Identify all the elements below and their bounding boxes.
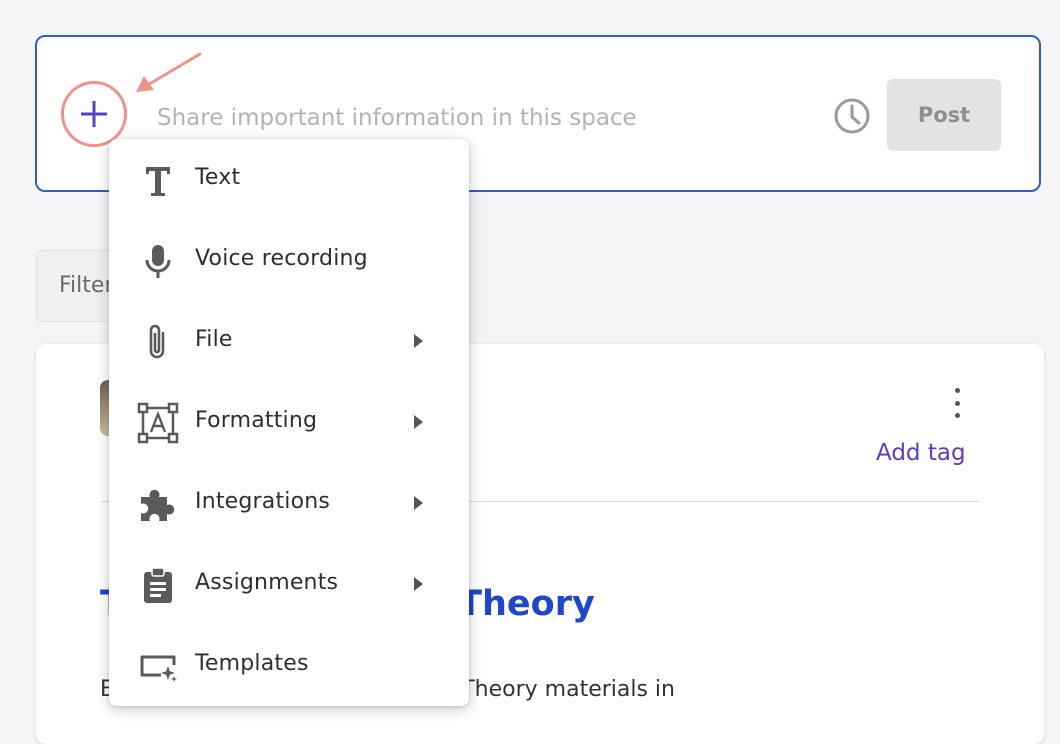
menu-item-formatting[interactable]: Formatting: [109, 382, 469, 463]
post-button[interactable]: Post: [887, 79, 1001, 151]
add-tag-link[interactable]: Add tag: [876, 440, 966, 466]
annotation-arrow: [136, 52, 202, 92]
plus-icon: [81, 101, 107, 127]
menu-item-assignments[interactable]: Assignments: [109, 544, 469, 625]
menu-item-voice-recording[interactable]: Voice recording: [109, 220, 469, 301]
templates-icon: [140, 655, 177, 682]
caret-right-icon: [414, 496, 423, 510]
menu-item-label: Text: [195, 165, 241, 190]
menu-item-label: Voice recording: [195, 246, 368, 271]
clock-icon[interactable]: [833, 97, 871, 135]
caret-right-icon: [414, 334, 423, 348]
menu-item-label: Integrations: [195, 489, 331, 514]
puzzle-icon: [141, 489, 175, 521]
more-options-icon[interactable]: [946, 388, 968, 418]
menu-item-text[interactable]: Text: [109, 139, 469, 220]
menu-item-label: File: [195, 327, 233, 352]
paperclip-icon: [149, 324, 165, 359]
menu-item-label: Templates: [195, 651, 309, 676]
filter-label: Filter: [59, 273, 114, 298]
microphone-icon: [145, 245, 171, 278]
insert-menu: Text Voice recording File Formatting Int…: [109, 139, 469, 706]
add-content-button[interactable]: [61, 81, 127, 147]
caret-right-icon: [414, 415, 423, 429]
caret-right-icon: [414, 577, 423, 591]
menu-item-file[interactable]: File: [109, 301, 469, 382]
text-icon: [146, 167, 170, 196]
menu-item-integrations[interactable]: Integrations: [109, 463, 469, 544]
menu-item-label: Assignments: [195, 570, 339, 595]
menu-item-label: Formatting: [195, 408, 318, 433]
share-input[interactable]: [155, 97, 799, 139]
menu-item-templates[interactable]: Templates: [109, 625, 469, 706]
formatting-icon: [137, 402, 179, 444]
clipboard-icon: [144, 567, 172, 603]
